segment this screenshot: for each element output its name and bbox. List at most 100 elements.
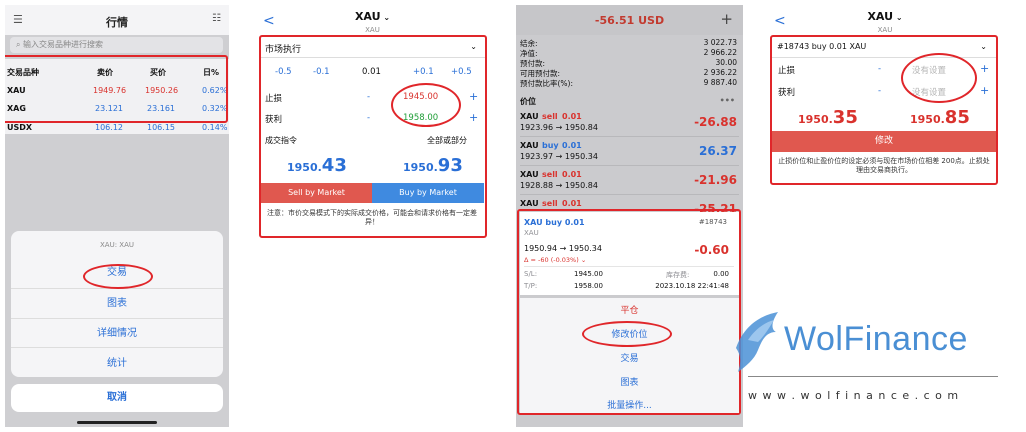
step-plus-01[interactable]: +0.1 <box>413 67 434 77</box>
action-details[interactable]: 详细情况 <box>11 324 223 339</box>
tp-minus-button[interactable]: - <box>367 113 370 123</box>
menu-close-position[interactable]: 平仓 <box>520 303 739 316</box>
stop-loss-label: 止损 <box>265 94 283 104</box>
step-minus-05[interactable]: -0.5 <box>275 67 292 77</box>
bid: 106.12 <box>95 123 123 132</box>
step-plus-05[interactable]: +0.5 <box>451 67 472 77</box>
edit-list-icon[interactable]: ☷ <box>212 13 221 24</box>
menu-trade[interactable]: 交易 <box>520 351 739 364</box>
selected-title: XAU buy 0.01 <box>524 218 585 227</box>
menu-bulk-operations[interactable]: 批量操作... <box>520 398 739 411</box>
change: 0.14% <box>202 123 228 132</box>
ask-price-main: 1950. <box>403 161 438 174</box>
divider <box>11 318 223 319</box>
highlight-oval <box>582 321 672 347</box>
bid-price-big: 35 <box>832 107 858 128</box>
bid-price: 1950.35 <box>798 107 858 128</box>
symbol-title-text: XAU <box>354 10 381 23</box>
tp-plus-button[interactable]: + <box>469 111 478 124</box>
modify-note: 止损价位和止盈价位的设定必须与现在市场价位相差 200点。止损处理由交易商执行。 <box>778 157 990 174</box>
chevron-down-icon: ⌄ <box>380 13 391 22</box>
symbol-title-text: XAU <box>867 10 894 23</box>
action-stats[interactable]: 统计 <box>11 354 223 369</box>
highlight-oval <box>391 83 461 127</box>
position-prices: 1928.88 → 1950.84 <box>520 181 598 190</box>
symbol-subtitle: XAU <box>365 26 380 34</box>
wolf-logo-icon <box>736 312 778 372</box>
section-title: 价位 <box>520 97 536 106</box>
position-side: sell <box>542 199 558 208</box>
sl-plus-button[interactable]: + <box>469 90 478 103</box>
divider <box>524 266 734 267</box>
brand-url: w w w . w o l f i n a n c e . c o m <box>748 389 960 402</box>
modify-button[interactable]: 修改 <box>772 131 996 152</box>
bid-price-big: 43 <box>321 155 347 176</box>
take-profit-label: 获利 <box>265 115 283 125</box>
position-prices: 1923.96 → 1950.84 <box>520 123 598 132</box>
chevron-down-icon: ⌄ <box>893 13 903 22</box>
ticket-id: #18743 <box>698 218 727 226</box>
account-value: 3 022.73 <box>703 38 737 47</box>
tp-plus-button[interactable]: + <box>980 84 989 97</box>
symbol-title[interactable]: XAU ⌄ <box>768 10 1002 23</box>
position-symbol: XAU <box>520 112 539 121</box>
position-side: buy <box>542 141 559 150</box>
volume-value[interactable]: 0.01 <box>362 67 381 77</box>
order-label: #18743 buy 0.01 XAU <box>777 42 867 51</box>
add-icon[interactable]: + <box>720 10 733 28</box>
position-row[interactable]: XAU sell 0.01 1923.96 → 1950.84 -26.88 <box>516 108 743 137</box>
position-row[interactable]: XAU sell 0.01 1928.88 → 1950.84 -21.96 <box>516 166 743 195</box>
search-icon: ⌕ <box>16 40 21 49</box>
buy-by-market-button[interactable]: Buy by Market <box>372 183 484 203</box>
position-prices: 1923.97 → 1950.34 <box>520 152 598 161</box>
bid-price: 1950.43 <box>287 155 347 176</box>
execution-label: 市场执行 <box>265 45 302 55</box>
swap-value: 0.00 <box>713 270 729 278</box>
highlight-oval <box>83 264 153 289</box>
chevron-down-icon: ⌄ <box>470 42 477 51</box>
chevron-down-icon: ⌄ <box>980 42 987 51</box>
search-input[interactable]: ⌕ 输入交易品种进行搜索 <box>10 37 223 53</box>
more-icon[interactable]: ••• <box>720 96 735 105</box>
selected-prices: 1950.94 → 1950.34 <box>524 244 602 253</box>
account-value: 9 887.40 <box>703 78 737 87</box>
market-note: 注意：市价交易模式下的实际成交价格，可能会和请求价格有一定差异！ <box>267 209 477 226</box>
account-value: 2 936.22 <box>703 68 737 77</box>
menu-chart[interactable]: 图表 <box>520 375 739 388</box>
quotes-header: ☰ 行情 ☷ <box>5 5 229 35</box>
step-minus-01[interactable]: -0.1 <box>313 67 330 77</box>
position-lot: 0.01 <box>562 199 582 208</box>
cancel-button[interactable]: 取消 <box>11 384 223 412</box>
position-lot: 0.01 <box>562 141 582 150</box>
tp-key: T/P: <box>524 282 538 290</box>
tp-minus-button[interactable]: - <box>878 86 881 96</box>
position-row[interactable]: XAU buy 0.01 1923.97 → 1950.34 26.37 <box>516 137 743 166</box>
stop-loss-label: 止损 <box>778 66 796 76</box>
take-profit-label: 获利 <box>778 88 796 98</box>
position-lot: 0.01 <box>562 170 582 179</box>
sl-minus-button[interactable]: - <box>367 92 370 102</box>
open-time: 2023.10.18 22:41:48 <box>655 282 729 290</box>
position-side: sell <box>542 170 558 179</box>
ask-price-big: 93 <box>437 155 463 176</box>
panel-positions: -56.51 USD + 结余: 3 022.73 净值: 2 966.22 预付款: 3… <box>516 5 743 427</box>
execution-select[interactable]: 市场执行 ⌄ <box>265 42 479 55</box>
order-select[interactable]: #18743 buy 0.01 XAU ⌄ <box>777 42 989 51</box>
sheet-title: XAU: XAU <box>100 241 134 249</box>
symbol-title[interactable]: XAU ⌄ <box>257 10 488 23</box>
brand-rule <box>748 376 998 377</box>
sell-by-market-button[interactable]: Sell by Market <box>261 183 372 203</box>
brand-name: WolFinance <box>784 320 968 358</box>
selected-sub: XAU <box>524 229 539 237</box>
ask-price-main: 1950. <box>910 113 945 126</box>
action-chart[interactable]: 图表 <box>11 294 223 309</box>
home-indicator <box>77 421 157 424</box>
position-pl: 26.37 <box>699 144 737 158</box>
bid-price-main: 1950. <box>798 113 833 126</box>
position-pl: -26.88 <box>694 115 737 129</box>
sl-minus-button[interactable]: - <box>878 64 881 74</box>
ask-price: 1950.93 <box>403 155 463 176</box>
symbol-subtitle: XAU <box>877 26 893 34</box>
delta: Δ = -60 (-0.03%) ⌄ <box>524 256 587 264</box>
sl-plus-button[interactable]: + <box>980 62 989 75</box>
